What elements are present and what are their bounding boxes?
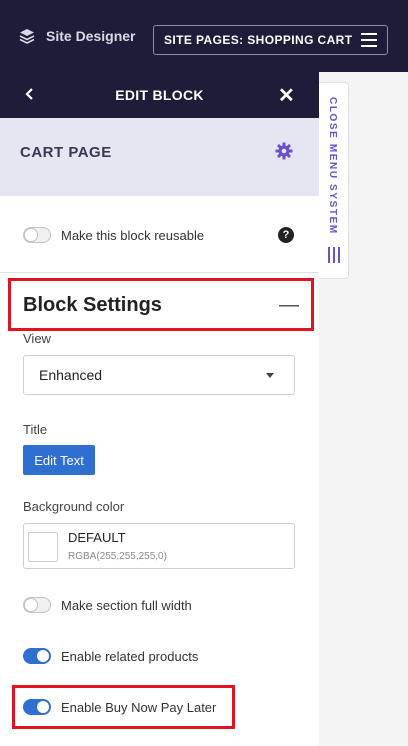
edit-block-panel: EDIT BLOCK ✕ CART PAGE Make this block r…	[0, 72, 319, 746]
edit-text-button[interactable]: Edit Text	[23, 445, 95, 475]
layers-icon	[19, 29, 35, 44]
collapse-icon[interactable]: —	[279, 294, 299, 317]
reusable-label: Make this block reusable	[61, 227, 205, 243]
related-products-toggle-row[interactable]: Enable related products	[23, 648, 198, 664]
bnpl-toggle[interactable]	[23, 699, 51, 715]
reusable-toggle-row[interactable]: Make this block reusable	[23, 227, 204, 243]
block-name-header: CART PAGE	[0, 118, 319, 196]
full-width-toggle-row[interactable]: Make section full width	[23, 597, 192, 613]
block-settings-header[interactable]: Block Settings —	[23, 294, 299, 317]
full-width-label: Make section full width	[61, 597, 192, 613]
background-color-label: Background color	[23, 499, 125, 514]
hamburger-icon	[361, 33, 377, 47]
help-icon[interactable]: ?	[278, 227, 294, 243]
block-name: CART PAGE	[20, 143, 112, 161]
reusable-toggle[interactable]	[23, 227, 51, 243]
close-menu-system-label: CLOSE MENU SYSTEM	[327, 97, 338, 235]
color-name: DEFAULT	[68, 530, 126, 545]
panel-header: EDIT BLOCK ✕	[0, 72, 319, 118]
top-bar: Site Designer SITE PAGES: SHOPPING CART	[0, 0, 408, 72]
view-label: View	[23, 331, 51, 346]
brand[interactable]: Site Designer	[18, 27, 135, 45]
color-value: RGBA(255,255,255,0)	[68, 551, 167, 562]
site-pages-label: SITE PAGES: SHOPPING CART	[164, 33, 353, 47]
related-products-toggle[interactable]	[23, 648, 51, 664]
background-color-picker[interactable]: DEFAULT RGBA(255,255,255,0)	[23, 523, 295, 569]
block-settings-title: Block Settings	[23, 294, 162, 316]
site-pages-dropdown[interactable]: SITE PAGES: SHOPPING CART	[153, 25, 388, 55]
bnpl-toggle-row[interactable]: Enable Buy Now Pay Later	[23, 699, 216, 715]
close-icon[interactable]: ✕	[278, 83, 295, 108]
caret-down-icon	[266, 373, 274, 378]
color-swatch[interactable]	[28, 532, 58, 562]
gear-icon[interactable]	[275, 142, 293, 160]
app-name: Site Designer	[46, 28, 136, 44]
view-selected-value: Enhanced	[39, 367, 103, 383]
chevron-left-icon[interactable]	[22, 84, 38, 104]
related-products-label: Enable related products	[61, 648, 199, 664]
close-menu-system-tab[interactable]: CLOSE MENU SYSTEM	[319, 82, 349, 279]
panel-title: EDIT BLOCK	[115, 87, 204, 103]
title-label: Title	[23, 422, 48, 437]
full-width-toggle[interactable]	[23, 597, 51, 613]
vertical-bars-icon	[328, 247, 340, 263]
divider	[0, 272, 319, 273]
view-select[interactable]: Enhanced	[23, 355, 295, 395]
bnpl-label: Enable Buy Now Pay Later	[61, 699, 217, 715]
